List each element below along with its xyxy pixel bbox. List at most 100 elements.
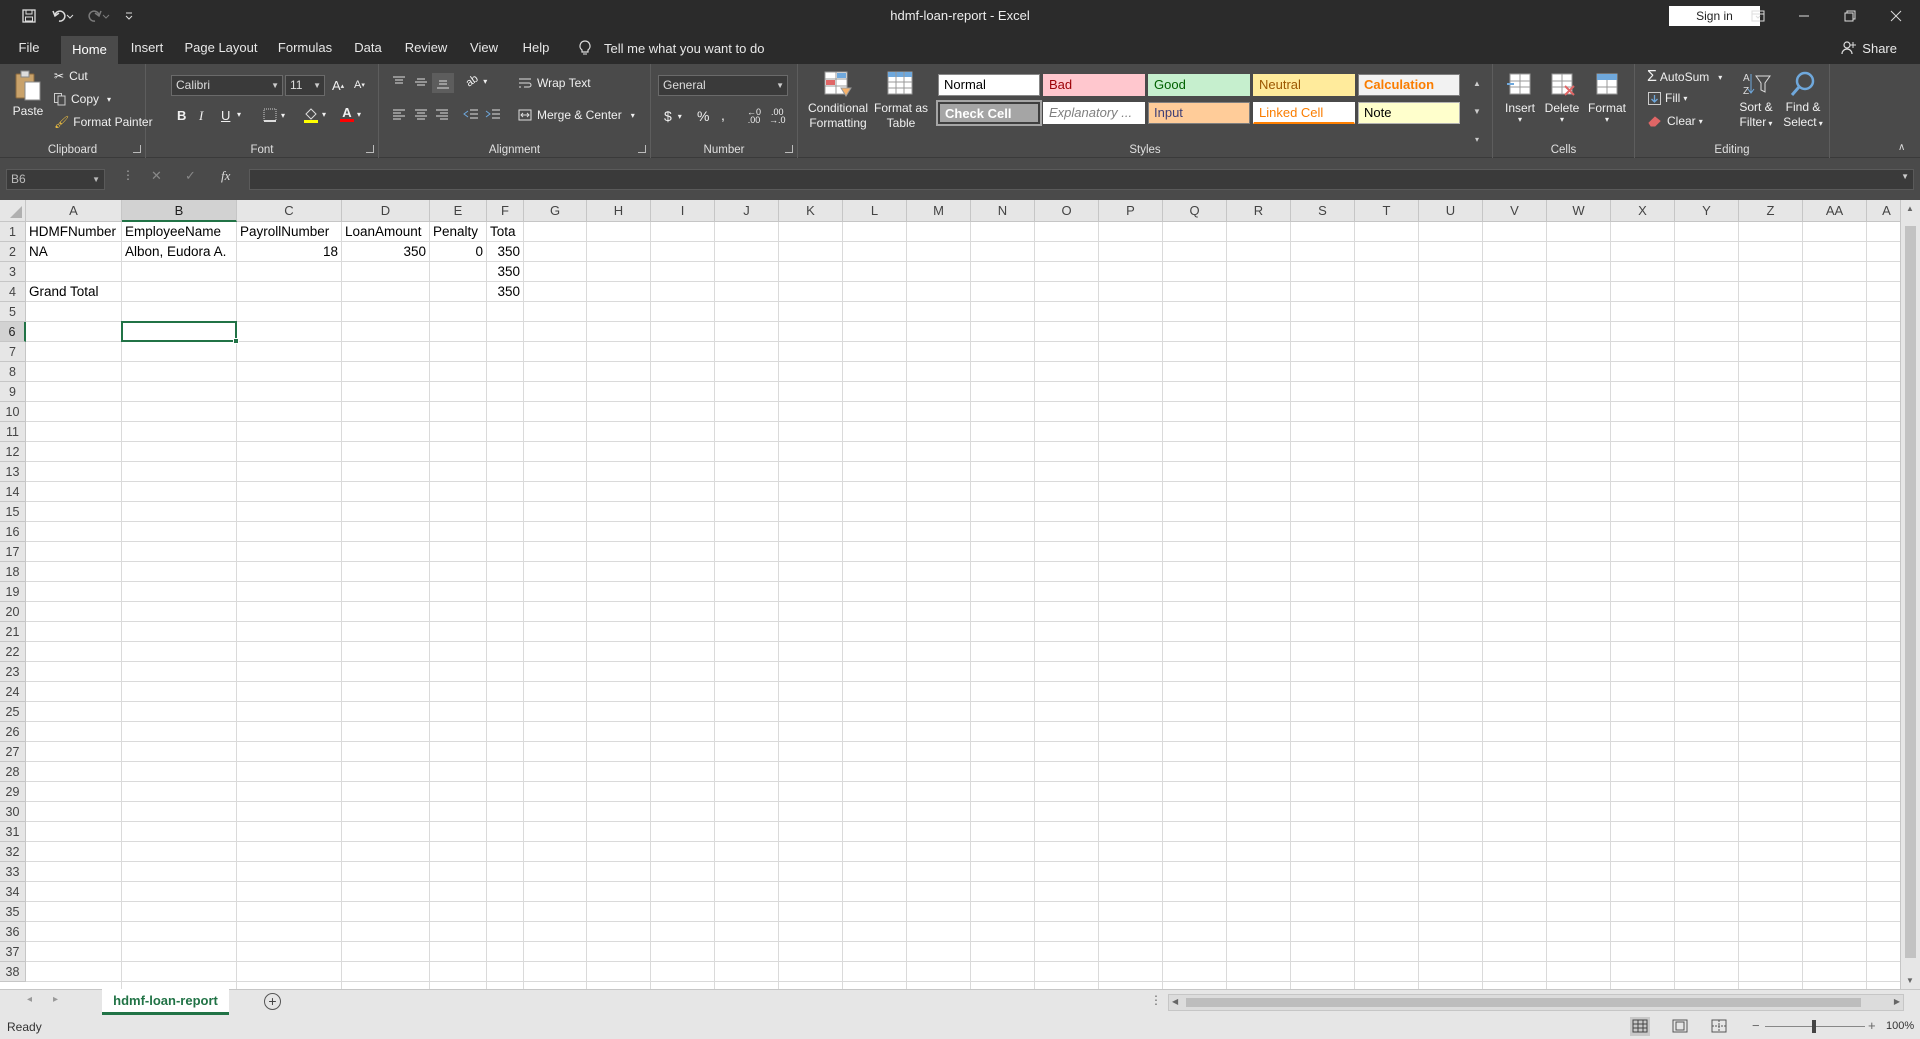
cell-a4[interactable]: Grand Total — [26, 282, 121, 302]
column-header-h[interactable]: H — [587, 200, 651, 222]
row-header-32[interactable]: 32 — [0, 842, 26, 862]
cell-d2[interactable]: 350 — [342, 242, 429, 262]
row-header-16[interactable]: 16 — [0, 522, 26, 542]
align-bottom-icon[interactable] — [432, 73, 454, 93]
style-bad[interactable]: Bad — [1043, 74, 1145, 96]
align-left-icon[interactable] — [392, 108, 406, 120]
column-header-l[interactable]: L — [843, 200, 907, 222]
autosum-button[interactable]: Σ AutoSum ▾ — [1647, 68, 1722, 86]
ribbon-display-options-icon[interactable] — [1735, 0, 1781, 32]
row-header-37[interactable]: 37 — [0, 942, 26, 962]
format-cells-button[interactable]: Format ▾ — [1587, 70, 1627, 124]
row-header-22[interactable]: 22 — [0, 642, 26, 662]
row-header-1[interactable]: 1 — [0, 222, 26, 242]
cell-b2[interactable]: Albon, Eudora A. — [122, 242, 236, 262]
currency-format-icon[interactable]: $ ▾ — [664, 108, 682, 124]
fill-color-button[interactable]: ▾ — [303, 106, 326, 123]
row-header-7[interactable]: 7 — [0, 342, 26, 362]
share-button[interactable]: Share — [1840, 32, 1897, 64]
cut-button[interactable]: ✂ Cut — [54, 69, 88, 83]
row-header-14[interactable]: 14 — [0, 482, 26, 502]
row-header-2[interactable]: 2 — [0, 242, 26, 262]
zoom-out-icon[interactable]: − — [1752, 1018, 1760, 1033]
row-header-36[interactable]: 36 — [0, 922, 26, 942]
column-header-t[interactable]: T — [1355, 200, 1419, 222]
align-middle-icon[interactable] — [414, 76, 428, 88]
merge-center-button[interactable]: Merge & Center ▾ — [518, 108, 635, 122]
redo-icon[interactable] — [84, 0, 114, 32]
fill-button[interactable]: Fill ▾ — [1648, 91, 1687, 105]
save-icon[interactable] — [18, 0, 40, 32]
tab-home[interactable]: Home — [61, 36, 118, 64]
align-center-icon[interactable] — [414, 108, 428, 120]
row-header-29[interactable]: 29 — [0, 782, 26, 802]
horizontal-scroll-thumb[interactable] — [1186, 998, 1861, 1007]
more-options-icon[interactable]: ⋮ — [122, 168, 134, 182]
tab-split-handle[interactable]: ⋮ — [1150, 993, 1162, 1007]
row-header-23[interactable]: 23 — [0, 662, 26, 682]
column-header-z[interactable]: Z — [1739, 200, 1803, 222]
column-header-y[interactable]: Y — [1675, 200, 1739, 222]
styles-gallery-scroll[interactable]: ▲ ▼ ▾ — [1470, 69, 1484, 153]
active-cell-selection[interactable] — [121, 321, 239, 344]
row-header-25[interactable]: 25 — [0, 702, 26, 722]
zoom-in-icon[interactable]: + — [1868, 1018, 1876, 1033]
column-header-n[interactable]: N — [971, 200, 1035, 222]
horizontal-scrollbar[interactable]: ◀ ▶ — [1168, 994, 1904, 1011]
tab-insert[interactable]: Insert — [125, 32, 169, 64]
copy-button[interactable]: Copy ▾ — [54, 92, 111, 106]
expand-formula-bar-icon[interactable]: ▼ — [1901, 172, 1909, 181]
tab-file[interactable]: File — [10, 32, 48, 64]
select-all-corner[interactable] — [0, 200, 26, 222]
insert-cells-button[interactable]: Insert ▾ — [1501, 70, 1539, 124]
conditional-formatting-button[interactable]: Conditional Formatting — [806, 70, 870, 131]
scroll-up-icon[interactable]: ▲ — [1906, 204, 1914, 213]
enter-icon[interactable]: ✓ — [185, 168, 196, 184]
decrease-font-size-icon[interactable]: A ▾ — [354, 79, 365, 91]
row-header-31[interactable]: 31 — [0, 822, 26, 842]
row-header-21[interactable]: 21 — [0, 622, 26, 642]
column-header-b[interactable]: B — [122, 200, 237, 222]
style-neutral[interactable]: Neutral — [1253, 74, 1355, 96]
vertical-scroll-thumb[interactable] — [1905, 226, 1916, 958]
row-header-24[interactable]: 24 — [0, 682, 26, 702]
column-header-w[interactable]: W — [1547, 200, 1611, 222]
cell-f1[interactable]: Tota — [487, 222, 523, 242]
align-right-icon[interactable] — [435, 108, 449, 120]
style-linked-cell[interactable]: Linked Cell — [1253, 102, 1355, 124]
add-sheet-icon[interactable]: + — [264, 993, 281, 1010]
underline-button[interactable]: U — [221, 108, 230, 123]
style-normal[interactable]: Normal — [938, 74, 1040, 96]
column-header-e[interactable]: E — [430, 200, 487, 222]
row-header-38[interactable]: 38 — [0, 962, 26, 982]
percent-format-icon[interactable]: % — [697, 108, 709, 124]
orientation-icon[interactable]: ab ▾ — [464, 73, 488, 90]
row-header-27[interactable]: 27 — [0, 742, 26, 762]
column-header-q[interactable]: Q — [1163, 200, 1227, 222]
clear-button[interactable]: Clear ▾ — [1648, 114, 1703, 128]
minimize-icon[interactable] — [1781, 0, 1827, 32]
row-header-5[interactable]: 5 — [0, 302, 26, 322]
increase-indent-icon[interactable] — [485, 108, 501, 120]
cell-a2[interactable]: NA — [26, 242, 121, 262]
font-size-box[interactable]: 11 ▼ — [285, 75, 325, 96]
column-header-s[interactable]: S — [1291, 200, 1355, 222]
row-header-6[interactable]: 6 — [0, 322, 26, 342]
decrease-decimal-icon[interactable]: .00 →.0 — [769, 108, 786, 125]
insert-function-icon[interactable]: fx — [221, 168, 230, 184]
worksheet-grid[interactable]: A B C D E F G H I J K L M N O P Q R S T U V W X Y Z AA A 1 2 3 4 5 6 7 8 9 10… — [0, 200, 1900, 989]
cell-e2[interactable]: 0 — [430, 242, 486, 262]
paste-button[interactable]: Paste — [10, 70, 46, 118]
column-header-c[interactable]: C — [237, 200, 342, 222]
row-header-15[interactable]: 15 — [0, 502, 26, 522]
dialog-launcher-icon[interactable] — [133, 145, 141, 153]
row-header-11[interactable]: 11 — [0, 422, 26, 442]
column-header-m[interactable]: M — [907, 200, 971, 222]
scroll-down-icon[interactable]: ▼ — [1906, 976, 1914, 985]
column-header-u[interactable]: U — [1419, 200, 1483, 222]
formula-input[interactable]: ▼ — [249, 169, 1914, 190]
column-header-r[interactable]: R — [1227, 200, 1291, 222]
style-explanatory[interactable]: Explanatory ... — [1043, 102, 1145, 124]
tab-data[interactable]: Data — [348, 32, 388, 64]
normal-view-icon[interactable] — [1630, 1017, 1650, 1036]
